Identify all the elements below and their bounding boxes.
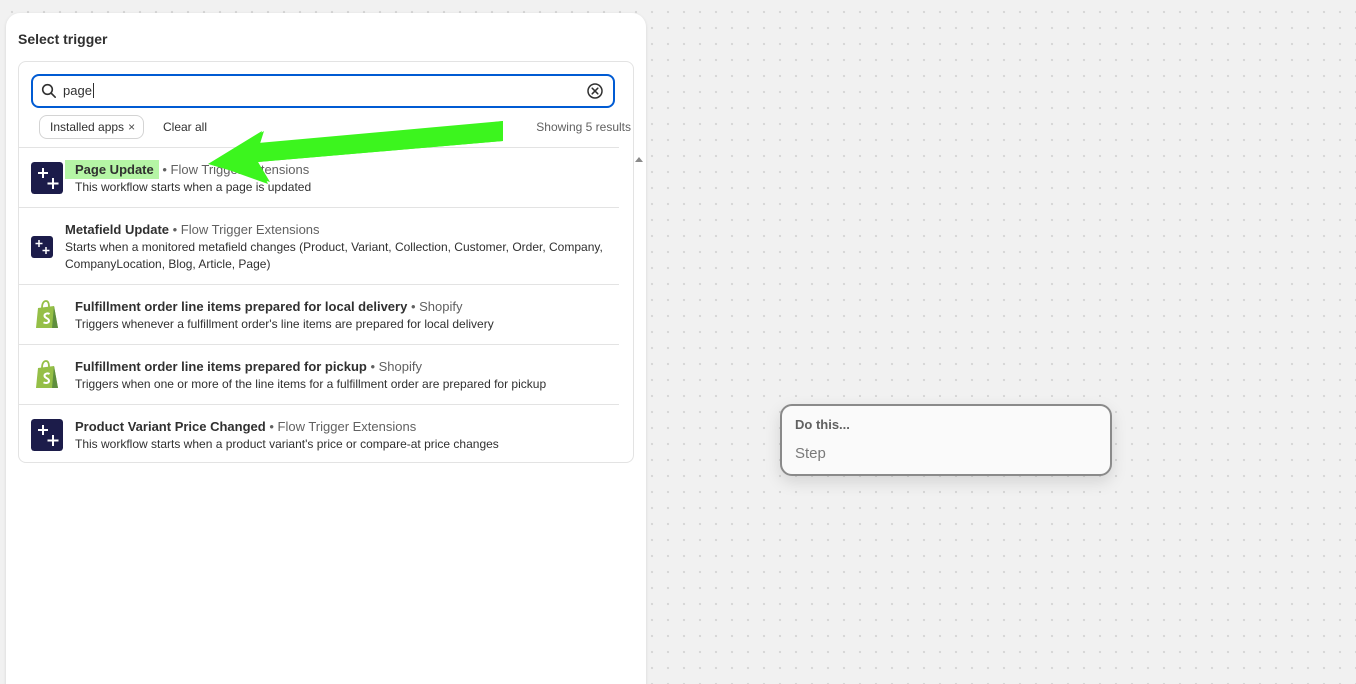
search-input[interactable]: page: [31, 74, 615, 108]
result-description: This workflow starts when a product vari…: [75, 437, 499, 451]
shopify-bag-icon: [36, 300, 58, 328]
result-source: • Shopify: [370, 359, 422, 374]
flow-trigger-plus-icon: [31, 162, 63, 194]
node-heading: Do this...: [795, 417, 850, 432]
result-description: Triggers when one or more of the line it…: [75, 377, 547, 391]
result-count: Showing 5 results: [536, 120, 631, 134]
list-item[interactable]: Page Update • Flow Trigger Extensions Th…: [19, 148, 619, 208]
clear-search-icon[interactable]: [586, 82, 604, 100]
trigger-results-box: page Installed apps × Clear all Showing 5…: [18, 61, 643, 465]
select-trigger-panel: Select trigger page Installed apps × Clea…: [6, 13, 646, 684]
result-description: Triggers whenever a fulfillment order's …: [75, 317, 494, 331]
installed-apps-chip[interactable]: Installed apps ×: [39, 115, 145, 139]
search-value[interactable]: page: [63, 83, 94, 98]
result-title: Page Update: [65, 160, 159, 179]
result-description: This workflow starts when a page is upda…: [75, 180, 312, 194]
result-source: • Flow Trigger Extensions: [162, 162, 310, 177]
flow-trigger-plus-icon: [31, 419, 63, 451]
do-this-step-node[interactable]: Do this... Step: [780, 404, 1112, 476]
chip-label: Installed apps: [50, 120, 125, 134]
list-item[interactable]: Fulfillment order line items prepared fo…: [19, 285, 619, 345]
filter-row: Installed apps × Clear all Showing 5 resu…: [39, 114, 631, 140]
scroll-up-arrow-icon[interactable]: [633, 154, 645, 166]
result-description: Starts when a monitored metafield change…: [65, 240, 603, 271]
search-icon: [41, 83, 56, 98]
list-item[interactable]: Metafield Update • Flow Trigger Extensio…: [19, 208, 619, 285]
chip-remove-icon[interactable]: ×: [128, 120, 135, 134]
clear-all-button[interactable]: Clear all: [163, 120, 207, 134]
result-source: • Flow Trigger Extensions: [269, 419, 417, 434]
list-item[interactable]: Fulfillment order line items prepared fo…: [19, 345, 619, 405]
result-title: Product Variant Price Changed: [75, 419, 266, 434]
panel-title: Select trigger: [18, 31, 108, 47]
result-source: • Shopify: [410, 299, 463, 314]
trigger-list: Page Update • Flow Trigger Extensions Th…: [19, 147, 619, 465]
result-source: • Flow Trigger Extensions: [172, 222, 320, 237]
node-step-label: Step: [795, 445, 826, 462]
shopify-bag-icon: [36, 360, 58, 388]
flow-trigger-plus-icon: [31, 236, 53, 258]
result-title: Fulfillment order line items prepared fo…: [75, 359, 367, 374]
result-title: Metafield Update: [65, 222, 170, 237]
list-item[interactable]: Product Variant Price Changed • Flow Tri…: [19, 405, 619, 465]
result-title: Fulfillment order line items prepared fo…: [75, 299, 408, 314]
